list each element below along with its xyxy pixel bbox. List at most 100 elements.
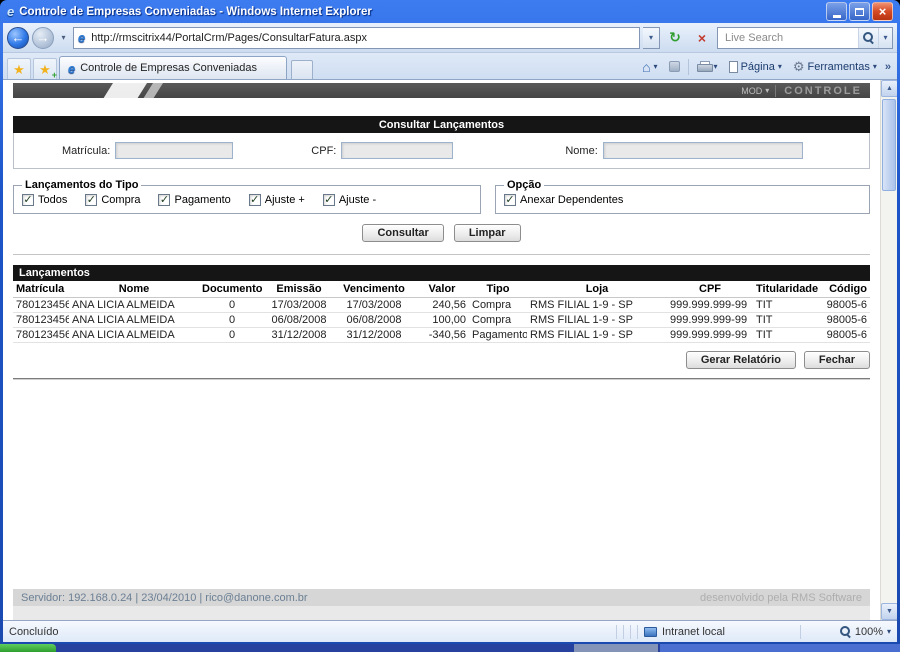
checkbox[interactable]: ✓ bbox=[248, 194, 261, 206]
table-cell: ANA LICIA ALMEIDA bbox=[69, 327, 199, 343]
checkbox[interactable]: ✓ bbox=[504, 194, 516, 206]
checkbox-option[interactable]: ✓ Ajuste + bbox=[248, 194, 305, 206]
matricula-label: Matrícula: bbox=[62, 144, 111, 157]
cpf-label: CPF: bbox=[311, 144, 337, 157]
forward-icon: → bbox=[36, 30, 50, 45]
forward-button[interactable]: → bbox=[32, 26, 54, 49]
chevron-down-icon: ▾ bbox=[61, 33, 66, 42]
cpf-input[interactable] bbox=[341, 142, 454, 159]
refresh-icon: ↻ bbox=[669, 29, 681, 45]
site-header-menu-label: MOD bbox=[741, 85, 763, 96]
scrollbar-thumb[interactable] bbox=[882, 99, 896, 191]
ferramentas-menu-button[interactable]: ⚙ Ferramentas ▾ bbox=[788, 56, 882, 78]
table-row[interactable]: 7801234567ANA LICIA ALMEIDA006/08/200806… bbox=[13, 312, 870, 328]
checkbox-option[interactable]: ✓ Compra bbox=[85, 194, 140, 206]
favorites-center-button[interactable]: ★ bbox=[7, 58, 31, 79]
web-page: MOD ▾ CONTROLE Consultar Lançamentos Mat… bbox=[3, 80, 880, 620]
limpar-button[interactable]: Limpar bbox=[453, 224, 521, 242]
checkbox[interactable]: ✓ bbox=[322, 194, 335, 206]
results-header-row: Matrícula Nome Documento Emissão Vencimento V… bbox=[13, 281, 870, 298]
address-input[interactable] bbox=[89, 28, 635, 47]
fechar-button[interactable]: Fechar bbox=[803, 351, 870, 369]
command-bar: ⌂ ▾ ▾ Página ▾ ⚙ Ferramentas ▾ » bbox=[637, 54, 893, 79]
ferramentas-label: Ferramentas bbox=[807, 60, 870, 73]
gear-icon: ⚙ bbox=[792, 59, 805, 74]
stop-button[interactable]: × bbox=[690, 27, 714, 49]
zoom-control[interactable]: 100% ▾ bbox=[807, 626, 891, 638]
table-cell: 999.999.999-99 bbox=[667, 297, 753, 313]
scrollbar-track[interactable] bbox=[881, 97, 897, 603]
feeds-button[interactable] bbox=[664, 56, 685, 78]
gerar-relatorio-button[interactable]: Gerar Relatório bbox=[685, 351, 796, 369]
table-cell: 98005-6 bbox=[821, 312, 870, 328]
matricula-input[interactable] bbox=[115, 142, 234, 159]
checkbox-option[interactable]: ✓ Anexar Dependentes bbox=[504, 194, 623, 206]
tipo-options: ✓ Todos ✓ Compra ✓ Pagamento ✓ Ajuste + ✓ Ajuste … bbox=[22, 194, 376, 206]
table-cell: Pagamento bbox=[469, 327, 527, 343]
history-dropdown-button[interactable]: ▾ bbox=[57, 27, 70, 49]
home-icon: ⌂ bbox=[642, 58, 651, 75]
back-button[interactable]: ← bbox=[7, 26, 29, 49]
new-tab-button[interactable] bbox=[291, 60, 313, 79]
address-bar[interactable]: e bbox=[73, 26, 640, 49]
checkbox-option[interactable]: ✓ Todos bbox=[22, 194, 67, 206]
results-title: Lançamentos bbox=[19, 267, 90, 279]
system-tray-fragment bbox=[660, 644, 900, 652]
address-dropdown-button[interactable]: ▾ bbox=[643, 26, 660, 49]
column-header: CPF bbox=[667, 281, 753, 298]
section-title-bar: Consultar Lançamentos bbox=[13, 116, 870, 133]
search-box[interactable]: ▾ bbox=[717, 26, 893, 49]
opcao-fieldset: Opção ✓ Anexar Dependentes bbox=[495, 179, 870, 214]
site-header-menu[interactable]: MOD ▾ bbox=[741, 86, 769, 96]
empty-area bbox=[13, 380, 870, 589]
table-cell: ANA LICIA ALMEIDA bbox=[69, 297, 199, 313]
refresh-button[interactable]: ↻ bbox=[663, 27, 687, 49]
checkbox[interactable]: ✓ bbox=[85, 194, 98, 206]
checkbox[interactable]: ✓ bbox=[158, 194, 171, 206]
checkbox[interactable]: ✓ bbox=[22, 194, 34, 206]
table-row[interactable]: 7801234567ANA LICIA ALMEIDA017/03/200817… bbox=[13, 297, 870, 313]
toolbar-overflow-button[interactable]: » bbox=[883, 56, 893, 78]
home-button[interactable]: ⌂ ▾ bbox=[637, 56, 662, 78]
column-header: Titularidade bbox=[753, 281, 821, 298]
site-header-title: CONTROLE bbox=[775, 84, 862, 97]
nome-input[interactable] bbox=[602, 142, 803, 159]
print-button[interactable]: ▾ bbox=[692, 56, 723, 78]
minimize-button[interactable] bbox=[826, 2, 847, 21]
maximize-button[interactable] bbox=[849, 2, 870, 21]
vertical-scrollbar[interactable]: ▲ ▼ bbox=[880, 80, 897, 620]
column-header: Código bbox=[821, 281, 870, 298]
tabs-bar: ★ ★ + e Controle de Empresas Conveniadas… bbox=[3, 53, 897, 80]
table-cell: 17/03/2008 bbox=[333, 297, 415, 313]
navigation-bar: ← → ▾ e ▾ ↻ × ▾ bbox=[3, 23, 897, 53]
table-cell: TIT bbox=[753, 327, 821, 343]
results-table: Matrícula Nome Documento Emissão Vencimento V… bbox=[13, 281, 870, 343]
scroll-down-button[interactable]: ▼ bbox=[881, 603, 897, 620]
checkbox-option[interactable]: ✓ Pagamento bbox=[158, 194, 231, 206]
page-footer: Servidor: 192.168.0.24 | 23/04/2010 | ri… bbox=[13, 589, 870, 606]
page-icon bbox=[728, 60, 738, 73]
statusbar-separator bbox=[637, 624, 638, 639]
scroll-up-button[interactable]: ▲ bbox=[881, 80, 897, 97]
consultar-button[interactable]: Consultar bbox=[362, 224, 444, 242]
search-input[interactable] bbox=[723, 30, 858, 45]
column-header: Matrícula bbox=[13, 281, 69, 298]
add-favorite-button[interactable]: ★ + bbox=[33, 58, 57, 80]
taskbar-button-fragment[interactable] bbox=[574, 644, 658, 652]
nome-field-group: Nome: bbox=[565, 142, 803, 159]
results-body: 7801234567ANA LICIA ALMEIDA017/03/200817… bbox=[13, 297, 870, 343]
page-favicon: e bbox=[78, 30, 86, 45]
table-row[interactable]: 7801234567ANA LICIA ALMEIDA031/12/200831… bbox=[13, 327, 870, 343]
search-button[interactable] bbox=[858, 27, 878, 48]
checkbox-option[interactable]: ✓ Ajuste - bbox=[322, 194, 376, 206]
close-button[interactable]: × bbox=[872, 2, 893, 21]
star-icon: ★ bbox=[13, 61, 25, 77]
pagina-menu-button[interactable]: Página ▾ bbox=[724, 56, 787, 78]
section-title: Consultar Lançamentos bbox=[378, 118, 505, 131]
tab-controle-empresas[interactable]: e Controle de Empresas Conveniadas bbox=[59, 56, 287, 79]
results-actions: Gerar Relatório Fechar bbox=[13, 343, 870, 380]
column-header: Vencimento bbox=[333, 281, 415, 298]
search-dropdown-button[interactable]: ▾ bbox=[878, 27, 892, 48]
start-button-fragment[interactable] bbox=[0, 644, 56, 652]
tab-favicon: e bbox=[68, 60, 76, 76]
